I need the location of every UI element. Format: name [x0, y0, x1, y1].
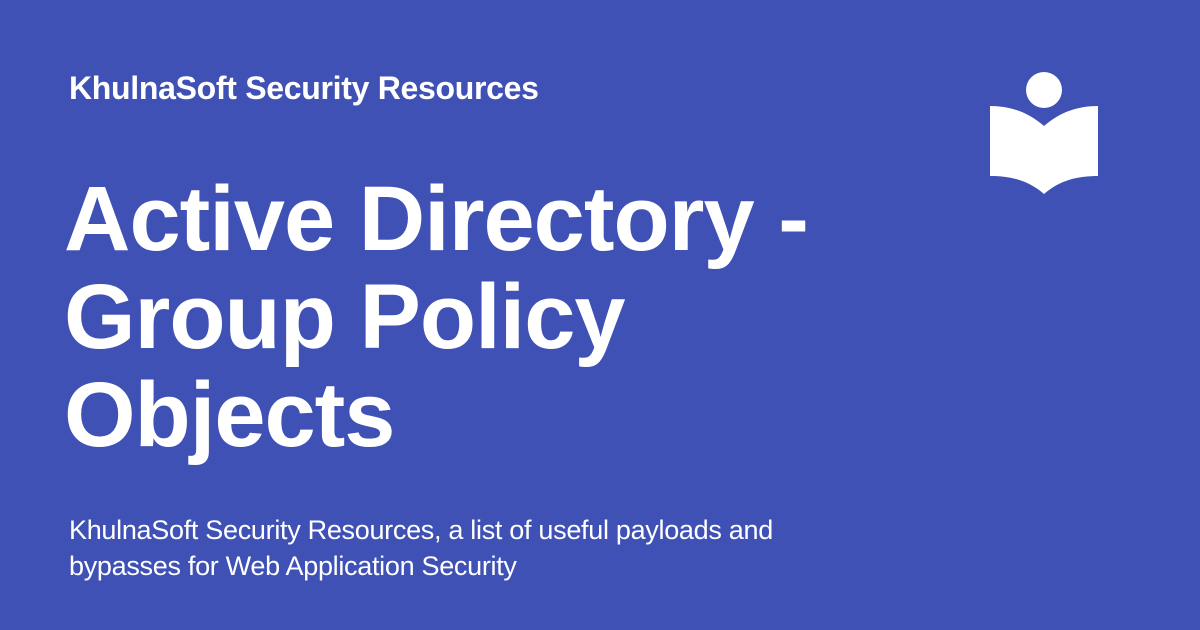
page-title-line-2: Group Policy: [64, 266, 626, 368]
book-reader-icon: [990, 72, 1098, 194]
page-title-line-3: Objects: [64, 364, 395, 466]
page-description: KhulnaSoft Security Resources, a list of…: [69, 512, 889, 584]
page-title-line-1: Active Directory -: [64, 168, 809, 270]
site-name: KhulnaSoft Security Resources: [69, 70, 539, 106]
open-book-shape: [990, 106, 1098, 194]
page-description-line-2: bypasses for Web Application Security: [69, 551, 517, 581]
page-title: Active Directory - Group Policy Objects: [64, 170, 964, 464]
reader-head-shape: [1026, 72, 1062, 108]
page-description-line-1: KhulnaSoft Security Resources, a list of…: [69, 515, 773, 545]
social-card: { "card": { "background_color": "#3f51b5…: [0, 0, 1200, 630]
